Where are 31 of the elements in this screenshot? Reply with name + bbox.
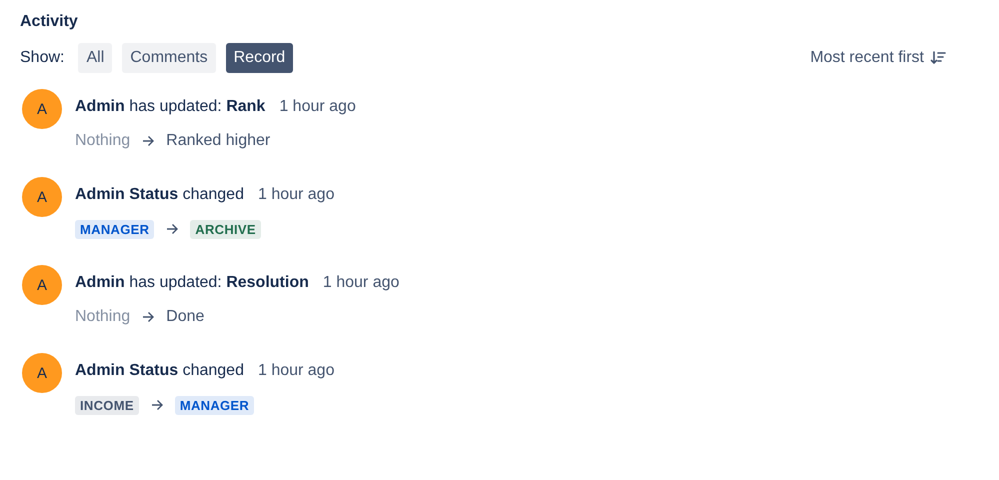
avatar: A: [22, 353, 62, 393]
filter-tab[interactable]: Record: [226, 43, 294, 73]
sort-button[interactable]: Most recent first: [810, 49, 946, 67]
timestamp: 1 hour ago: [279, 97, 356, 117]
timestamp: 1 hour ago: [258, 185, 334, 205]
avatar: A: [22, 265, 62, 305]
activity-headline: Admin has updated: Resolution: [75, 273, 309, 293]
arrow-icon: [142, 311, 154, 323]
field-value: Nothing: [75, 308, 130, 326]
section-title: Activity: [20, 13, 79, 32]
field-value: Nothing: [75, 132, 130, 150]
activity-headline: Admin has updated: Rank: [75, 97, 266, 117]
timestamp: 1 hour ago: [322, 273, 400, 293]
arrow-icon: [166, 223, 178, 235]
timestamp: 1 hour ago: [258, 361, 334, 381]
status-lozenge: ARCHIVE: [190, 220, 261, 238]
arrow-icon: [150, 399, 163, 411]
field-value: Done: [166, 308, 204, 326]
sort-icon: [930, 50, 946, 66]
avatar: A: [22, 177, 62, 217]
activity-headline: Admin Status changed: [75, 361, 244, 381]
filter-tab[interactable]: Comments: [122, 43, 216, 73]
status-lozenge: MANAGER: [174, 396, 254, 414]
filter-label: Show:: [20, 49, 64, 67]
field-value: Ranked higher: [166, 132, 270, 150]
avatar: A: [22, 89, 62, 129]
status-lozenge: MANAGER: [75, 220, 154, 238]
arrow-icon: [142, 135, 154, 147]
filter-tab[interactable]: All: [78, 43, 112, 73]
status-lozenge: INCOME: [75, 396, 139, 414]
activity-headline: Admin Status changed: [75, 185, 244, 205]
